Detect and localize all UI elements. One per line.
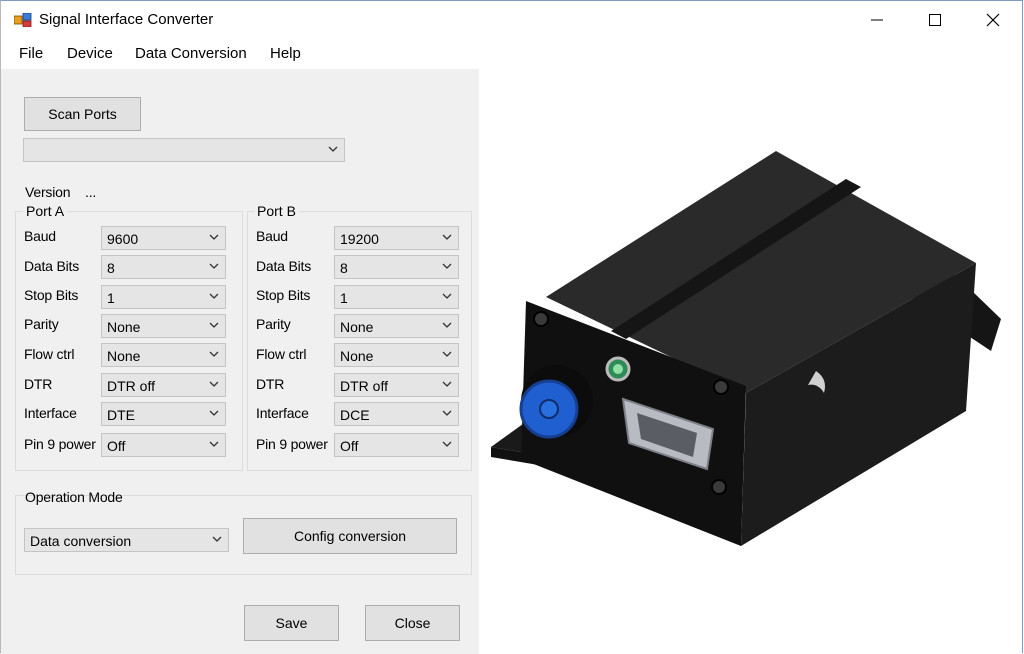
chevron-down-icon [209, 351, 219, 357]
chevron-down-icon [442, 441, 452, 447]
port-b-dtr-label: DTR [256, 376, 285, 392]
port-a-parity-label: Parity [24, 316, 59, 332]
port-a-pin9-select[interactable]: Off [101, 433, 226, 457]
port-a-pin9-value: Off [107, 438, 126, 454]
port-b-stopbits-label: Stop Bits [256, 287, 311, 303]
chevron-down-icon [442, 410, 452, 416]
port-b-baud-label: Baud [256, 228, 288, 244]
window-title: Signal Interface Converter [39, 11, 214, 28]
save-button[interactable]: Save [244, 605, 339, 641]
operation-mode-value: Data conversion [30, 533, 132, 549]
version-label: Version [25, 184, 71, 200]
port-a-interface-value: DTE [107, 407, 135, 423]
device-image [479, 69, 1022, 653]
port-a-databits-label: Data Bits [24, 258, 79, 274]
port-a-databits-select[interactable]: 8 [101, 255, 226, 279]
port-b-interface-value: DCE [340, 407, 370, 423]
port-b-databits-select[interactable]: 8 [334, 255, 459, 279]
close-window-button[interactable] [964, 1, 1022, 39]
port-b-interface-select[interactable]: DCE [334, 402, 459, 426]
port-b-flowctrl-select[interactable]: None [334, 343, 459, 367]
port-a-parity-value: None [107, 319, 141, 335]
chevron-down-icon [209, 381, 219, 387]
chevron-down-icon [442, 234, 452, 240]
port-b-baud-select[interactable]: 19200 [334, 226, 459, 250]
app-window: Signal Interface Converter File Device D… [0, 0, 1023, 654]
chevron-down-icon [212, 536, 222, 542]
port-select[interactable] [23, 138, 345, 162]
port-a-stopbits-label: Stop Bits [24, 287, 79, 303]
menu-help[interactable]: Help [270, 45, 301, 62]
chevron-down-icon [442, 351, 452, 357]
chevron-down-icon [442, 263, 452, 269]
port-b-databits-value: 8 [340, 260, 348, 276]
chevron-down-icon [209, 234, 219, 240]
menu-device[interactable]: Device [67, 45, 113, 62]
port-a-baud-label: Baud [24, 228, 56, 244]
port-a-pin9-label: Pin 9 power [24, 436, 96, 452]
version-value: ... [85, 184, 97, 200]
port-b-dtr-value: DTR off [340, 378, 388, 394]
chevron-down-icon [209, 322, 219, 328]
port-a-parity-select[interactable]: None [101, 314, 226, 338]
scan-ports-button[interactable]: Scan Ports [24, 97, 141, 131]
port-b-title: Port B [254, 203, 299, 219]
port-b-flowctrl-label: Flow ctrl [256, 346, 307, 362]
port-b-interface-label: Interface [256, 405, 309, 421]
port-b-parity-select[interactable]: None [334, 314, 459, 338]
device-illustration [491, 151, 1001, 546]
port-b-databits-label: Data Bits [256, 258, 311, 274]
port-b-baud-value: 19200 [340, 231, 379, 247]
close-icon [986, 13, 1000, 27]
port-a-flowctrl-select[interactable]: None [101, 343, 226, 367]
chevron-down-icon [442, 381, 452, 387]
title-bar[interactable]: Signal Interface Converter [1, 1, 1022, 39]
chevron-down-icon [209, 410, 219, 416]
menu-file[interactable]: File [19, 45, 43, 62]
minimize-icon [871, 19, 883, 21]
port-a-baud-value: 9600 [107, 231, 139, 247]
chevron-down-icon [209, 263, 219, 269]
port-a-interface-select[interactable]: DTE [101, 402, 226, 426]
port-a-databits-value: 8 [107, 260, 115, 276]
port-a-baud-select[interactable]: 9600 [101, 226, 226, 250]
port-a-interface-label: Interface [24, 405, 77, 421]
chevron-down-icon [442, 293, 452, 299]
port-b-parity-value: None [340, 319, 374, 335]
port-b-pin9-label: Pin 9 power [256, 436, 328, 452]
port-a-flowctrl-value: None [107, 348, 141, 364]
port-a-stopbits-value: 1 [107, 290, 115, 306]
port-a-flowctrl-label: Flow ctrl [24, 346, 75, 362]
chevron-down-icon [209, 293, 219, 299]
menu-data-conversion[interactable]: Data Conversion [135, 45, 247, 62]
port-b-dtr-select[interactable]: DTR off [334, 373, 459, 397]
port-a-dtr-label: DTR [24, 376, 53, 392]
port-a-dtr-value: DTR off [107, 378, 155, 394]
chevron-down-icon [442, 322, 452, 328]
maximize-icon [929, 14, 941, 26]
port-b-pin9-select[interactable]: Off [334, 433, 459, 457]
minimize-button[interactable] [848, 1, 906, 39]
operation-mode-select[interactable]: Data conversion [24, 528, 229, 552]
port-a-group [15, 211, 243, 471]
operation-mode-title: Operation Mode [25, 489, 123, 505]
app-icon [14, 13, 32, 27]
maximize-button[interactable] [906, 1, 964, 39]
port-a-title: Port A [23, 203, 68, 219]
close-button[interactable]: Close [365, 605, 460, 641]
port-a-stopbits-select[interactable]: 1 [101, 285, 226, 309]
port-a-dtr-select[interactable]: DTR off [101, 373, 226, 397]
port-b-stopbits-value: 1 [340, 290, 348, 306]
port-b-parity-label: Parity [256, 316, 291, 332]
port-b-stopbits-select[interactable]: 1 [334, 285, 459, 309]
chevron-down-icon [328, 146, 338, 152]
chevron-down-icon [209, 441, 219, 447]
port-b-group [247, 211, 472, 471]
port-b-flowctrl-value: None [340, 348, 374, 364]
config-conversion-button[interactable]: Config conversion [243, 518, 457, 554]
port-b-pin9-value: Off [340, 438, 359, 454]
